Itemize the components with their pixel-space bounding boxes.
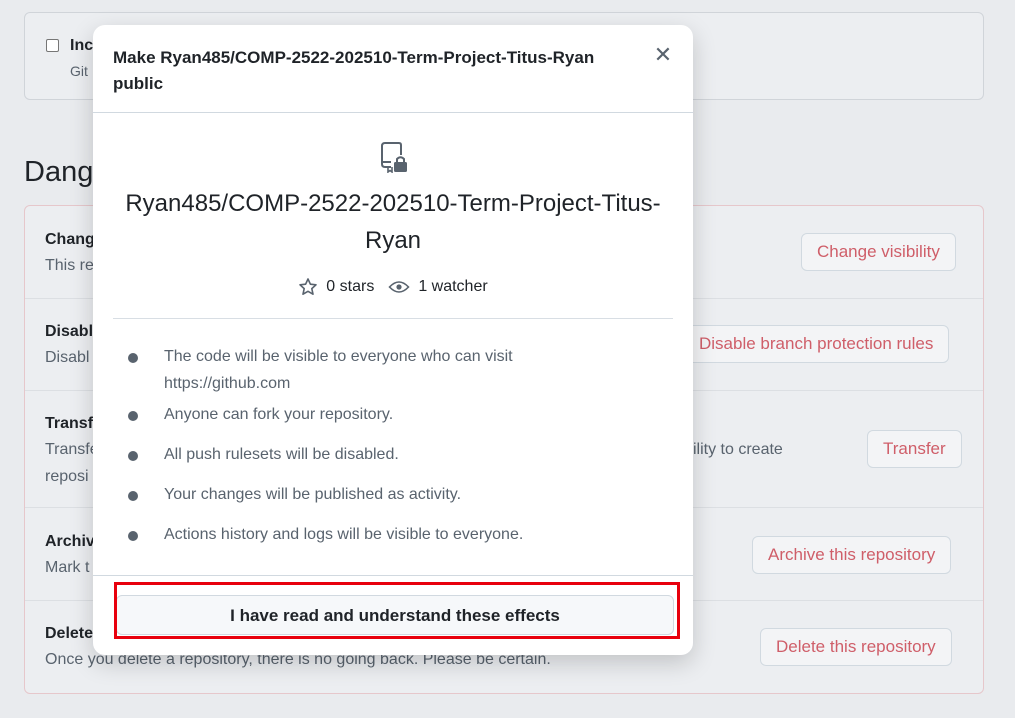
bullet-icon [128, 491, 138, 501]
effect-text: Your changes will be published as activi… [164, 486, 462, 503]
eye-icon [388, 281, 410, 293]
stars-count: 0 stars [326, 278, 375, 295]
stars-stat: 0 stars [298, 277, 374, 297]
watchers-count: 1 watcher [418, 278, 488, 295]
bullet-icon [128, 353, 138, 363]
archive-repository-button[interactable]: Archive this repository [752, 536, 952, 574]
effect-text: All push rulesets will be disabled. [164, 446, 399, 463]
transfer-button[interactable]: Transfer [867, 430, 962, 468]
delete-repository-button[interactable]: Delete this repository [760, 628, 952, 666]
effect-text: Actions history and logs will be visible… [164, 526, 524, 543]
confirm-effects-button[interactable]: I have read and understand these effects [116, 595, 674, 635]
dialog-header: Make Ryan485/COMP-2522-202510-Term-Proje… [93, 25, 693, 113]
danger-row-title: Transf [45, 415, 94, 432]
repository-stats: 0 stars 1 watcher [93, 275, 693, 299]
danger-zone-heading: Dang [24, 156, 94, 188]
make-public-dialog: Make Ryan485/COMP-2522-202510-Term-Proje… [93, 25, 693, 655]
danger-row-description-right: ility to create [693, 441, 783, 458]
dialog-title: Make Ryan485/COMP-2522-202510-Term-Proje… [113, 48, 595, 93]
danger-row-title: Chang [45, 231, 95, 248]
change-visibility-button[interactable]: Change visibility [801, 233, 956, 271]
close-icon[interactable]: ✕ [651, 43, 675, 67]
bullet-icon [128, 451, 138, 461]
danger-row-description: Mark t [45, 559, 90, 576]
dialog-divider [113, 318, 673, 319]
disable-branch-protection-button[interactable]: Disable branch protection rules [683, 325, 950, 363]
danger-row-description: Transfe [45, 441, 99, 458]
effect-text: Anyone can fork your repository. [164, 406, 394, 423]
danger-row-description: Disabl [45, 349, 90, 366]
repo-locked-icon [381, 142, 407, 173]
watchers-stat: 1 watcher [388, 277, 488, 297]
danger-row-title: Delete [45, 625, 94, 642]
bullet-icon [128, 411, 138, 421]
danger-row-title: Disabl [45, 323, 94, 340]
dialog-footer: I have read and understand these effects [93, 575, 693, 655]
bullet-icon [128, 531, 138, 541]
danger-row-description: This re [45, 257, 94, 274]
star-icon [299, 278, 318, 295]
repository-name: Ryan485/COMP-2522-202510-Term-Project-Ti… [125, 190, 661, 254]
settings-checkbox[interactable] [46, 39, 59, 52]
effect-text: The code will be visible to everyone who… [164, 348, 513, 392]
danger-row-description-line2: reposi [45, 468, 89, 485]
danger-row-title: Archiv [45, 533, 95, 550]
checkbox-label: Inc [70, 37, 94, 54]
checkbox-description: Git [70, 63, 88, 79]
